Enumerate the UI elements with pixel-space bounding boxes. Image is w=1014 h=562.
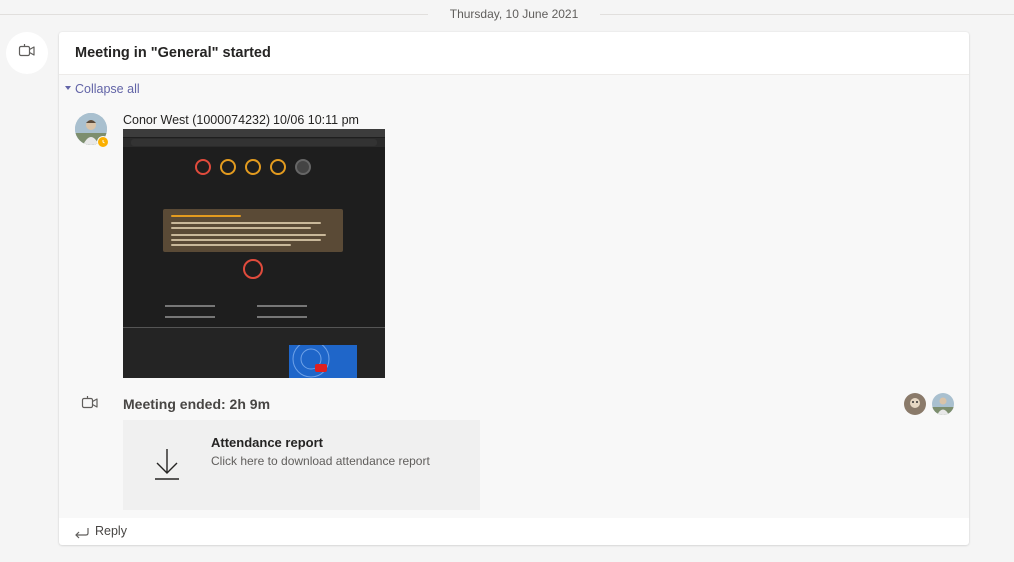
video-camera-icon [18,43,36,64]
away-status-icon [97,136,109,148]
screenshot-youtube-icon [315,364,327,372]
divider-line-left [0,14,428,15]
attendance-report-title: Attendance report [211,435,323,450]
screenshot-metric-row [257,305,307,307]
screenshot-metric-row [257,316,307,318]
screenshot-gauge-performance [195,159,211,175]
message-timestamp: 10/06 10:11 pm [273,113,359,127]
screenshot-warning-box [163,209,343,252]
participant-avatar[interactable] [932,393,954,415]
divider-line-right [600,14,1014,15]
screenshot-gauge-accessibility [220,159,236,175]
message-author[interactable]: Conor West (1000074232) [123,113,270,127]
participant-avatar[interactable] [904,393,926,415]
screenshot-gauge-best-practices [245,159,261,175]
collapse-all-link[interactable]: Collapse all [75,82,140,96]
reply-label: Reply [95,524,127,538]
attendance-report-subtitle: Click here to download attendance report [211,454,430,468]
screenshot-video-thumbnail [289,345,357,378]
meeting-ended-title: Meeting ended: 2h 9m [123,396,271,412]
screenshot-url-field [131,139,377,146]
screenshot-gauge-seo [270,159,286,175]
download-icon [153,447,181,486]
date-label: Thursday, 10 June 2021 [449,7,579,21]
caret-down-icon [65,86,71,90]
screenshot-gauge-pwa [295,159,311,175]
screenshot-attachment[interactable] [123,129,385,378]
attendance-report-card[interactable]: Attendance report Click here to download… [123,420,480,510]
reply-arrow-icon [73,525,89,544]
card-header: Meeting in "General" started [59,32,969,75]
video-camera-icon [81,395,99,416]
meeting-title: Meeting in "General" started [75,45,271,61]
screenshot-metric-row [165,305,215,307]
screenshot-devtools-tabs [123,129,385,137]
meeting-icon-badge [6,32,48,74]
screenshot-metric-row [165,316,215,318]
meeting-card: Meeting in "General" started Collapse al… [59,32,969,545]
collapse-all-bar[interactable]: Collapse all [59,75,969,102]
screenshot-performance-gauge [243,259,263,279]
date-divider: Thursday, 10 June 2021 [0,0,1014,30]
